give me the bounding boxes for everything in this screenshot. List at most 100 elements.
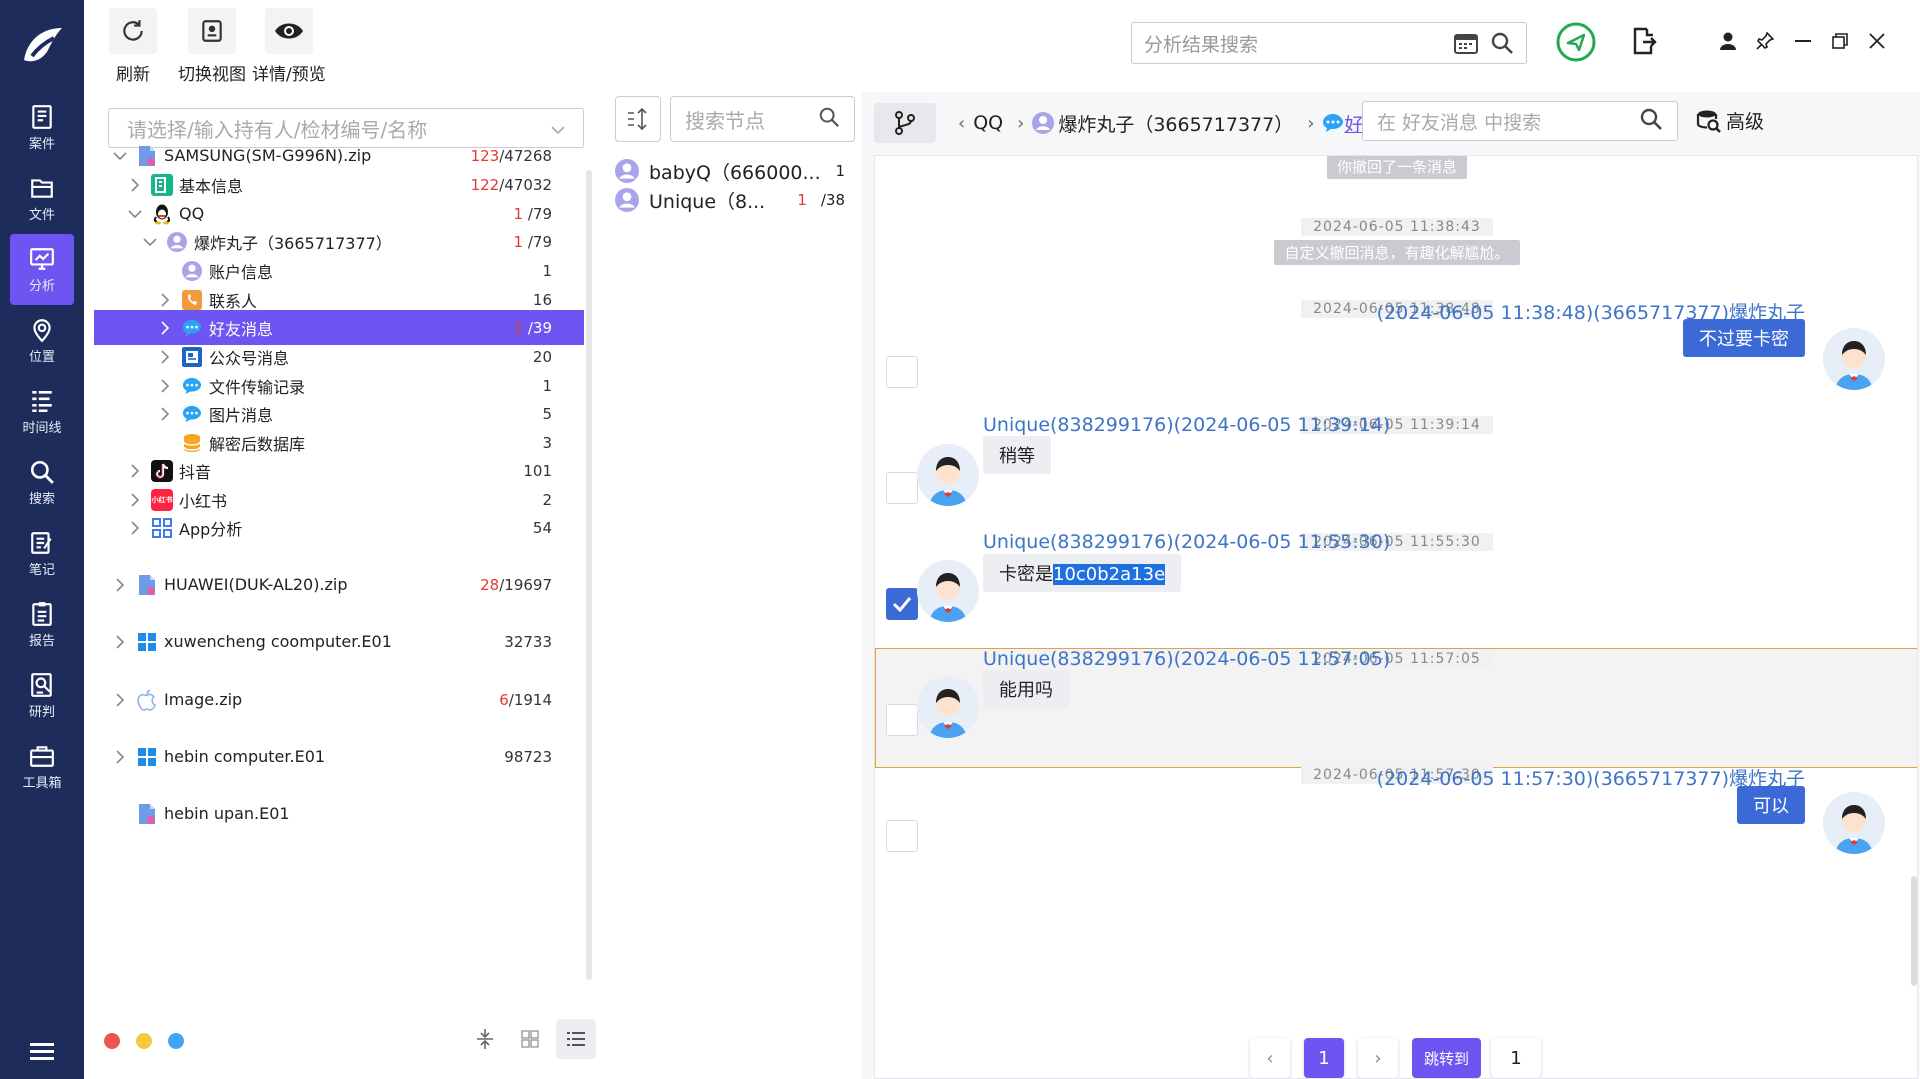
nav-item-judge[interactable]: 研判 [0,660,84,731]
nav-item-report[interactable]: 报告 [0,589,84,660]
message-checkbox[interactable] [886,588,918,620]
message-bubble[interactable]: 不过要卡密 [1683,319,1805,357]
nav-item-timeline[interactable]: 时间线 [0,376,84,447]
chevron-right-icon[interactable] [112,577,128,592]
tree-row[interactable]: hebin computer.E01 98723 [94,739,584,774]
export-icon[interactable] [1629,26,1659,56]
message-icon [1323,114,1344,132]
message-bubble[interactable]: 可以 [1737,786,1805,824]
tree-row-count: 20 [533,348,552,366]
toolbox-icon [29,743,55,772]
tree-row[interactable]: HUAWEI(DUK-AL20).zip 28/19697 [94,567,584,602]
message-checkbox[interactable] [886,472,918,504]
search-icon[interactable] [818,106,840,133]
pin-icon[interactable] [1750,26,1780,56]
avatar[interactable] [1823,328,1885,390]
advanced-search-button[interactable]: 高级 [1696,107,1764,134]
chevron-right-icon[interactable] [112,749,128,764]
check-icon [892,597,912,612]
grid-view-icon[interactable] [513,1022,547,1056]
restore-icon[interactable] [1825,26,1855,56]
avatar[interactable] [917,676,979,738]
tree-row[interactable]: App分析 54 [94,510,584,545]
chevron-right-icon[interactable] [157,406,173,421]
sort-button[interactable] [615,96,661,142]
tree-row-count-total: /79 [523,204,552,223]
message-bubble[interactable]: 卡密是10c0b2a13e [983,554,1182,592]
nav-item-analysis[interactable]: 分析 [10,234,74,305]
contact-row[interactable]: Unique（8... 1/38 [615,183,855,217]
chevron-right-icon[interactable] [127,492,143,507]
collapse-icon[interactable] [468,1022,502,1056]
chevron-left-icon[interactable]: ‹ [958,113,965,134]
chat-scrollbar[interactable] [1911,876,1917,986]
avatar[interactable] [917,560,979,622]
nav-item-search[interactable]: 搜索 [0,447,84,518]
chevron-right-icon[interactable] [157,292,173,307]
avatar[interactable] [917,444,979,506]
nav-item-folder[interactable]: 文件 [0,163,84,234]
search-icon[interactable] [1639,107,1663,136]
nav-item-label: 工具箱 [22,775,62,791]
message-checkbox[interactable] [886,356,918,388]
tree-row-label: 小红书 [179,491,228,511]
message-checkbox[interactable] [886,820,918,852]
status-indicator-icon[interactable] [1554,20,1598,64]
nav-item-note[interactable]: 笔记 [0,518,84,589]
message-search-input[interactable]: 在 好友消息 中搜索 [1362,101,1678,141]
minimize-icon[interactable] [1788,26,1818,56]
red-dot-filter[interactable] [104,1033,120,1049]
analysis-search-input[interactable]: 分析结果搜索 [1131,22,1527,64]
crumb-qq[interactable]: QQ [973,112,1003,134]
current-page-button[interactable]: 1 [1304,1038,1344,1078]
message-bubble[interactable]: 稍等 [983,436,1051,474]
chevron-right-icon[interactable] [157,378,173,393]
chevron-right-icon[interactable] [127,177,143,192]
chevron-right-icon[interactable] [157,349,173,364]
chevron-right-icon[interactable] [112,634,128,649]
message-bubble[interactable]: 能用吗 [983,670,1069,708]
yellow-dot-filter[interactable] [136,1033,152,1049]
calendar-icon[interactable] [1454,32,1478,54]
page-number-input[interactable]: 1 [1491,1038,1542,1078]
node-search-input[interactable]: 搜索节点 [670,96,855,142]
jump-to-page-button[interactable]: 跳转到 [1412,1038,1482,1078]
refresh-button[interactable]: 刷新 [109,8,157,85]
close-icon[interactable] [1862,26,1892,56]
chevron-right-icon[interactable] [157,320,173,335]
nav-item-label: 报告 [28,633,55,649]
chevron-right-icon[interactable] [127,463,143,478]
chevron-down-icon[interactable] [112,151,128,161]
tree-row[interactable]: xuwencheng coomputer.E01 32733 [94,624,584,659]
crumb-account[interactable]: 爆炸丸子（3665717377） [1032,110,1293,137]
tree-scrollbar[interactable] [586,170,592,980]
nav-item-case[interactable]: 案件 [0,92,84,163]
branch-button[interactable] [874,103,936,143]
avatar[interactable] [1823,792,1885,854]
search-icon[interactable] [1490,31,1514,55]
tree-row-count: 1 /79 [514,233,552,251]
menu-icon[interactable] [0,1041,84,1061]
next-page-button[interactable]: › [1358,1038,1398,1078]
blue-dot-filter[interactable] [168,1033,184,1049]
app-logo [0,0,84,92]
tree-row[interactable]: Image.zip 6/1914 [94,682,584,717]
list-view-icon[interactable] [556,1019,596,1059]
nav-item-location[interactable]: 位置 [0,305,84,376]
prev-page-button[interactable]: ‹ [1250,1038,1290,1078]
chevron-right-icon[interactable] [112,692,128,707]
jump-label: 跳转到 [1424,1049,1470,1068]
crumb-qq-label: QQ [973,112,1004,134]
detail-preview-button[interactable]: 详情/预览 [252,8,326,85]
database-search-icon [1696,110,1721,133]
nav-item-label: 笔记 [28,562,55,578]
message-checkbox[interactable] [886,704,918,736]
user-icon[interactable] [1713,26,1743,56]
chevron-right-icon[interactable] [127,520,143,535]
switch-view-button[interactable]: 切换视图 [178,8,246,85]
nav-item-toolbox[interactable]: 工具箱 [0,731,84,802]
chevron-down-icon[interactable] [142,237,158,247]
tree-row[interactable]: hebin upan.E01 [94,796,584,831]
tree-row-count-total: 1 [542,376,552,395]
chevron-down-icon[interactable] [127,209,143,219]
